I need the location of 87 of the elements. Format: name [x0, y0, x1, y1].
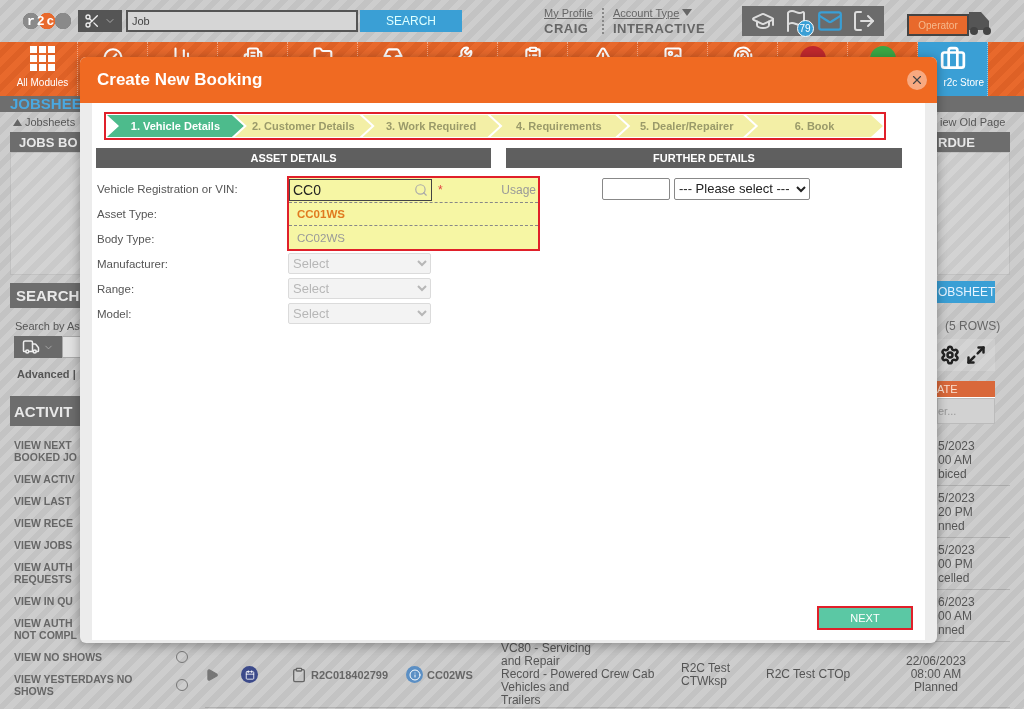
row-count: (5 ROWS)	[944, 319, 1002, 333]
suggestion-item[interactable]: CC02WS	[289, 226, 538, 249]
operator-label: Operator	[907, 14, 969, 36]
calendar-icon	[241, 666, 258, 683]
dialog-title: Create New Booking	[97, 70, 264, 90]
logo: r2c	[22, 12, 72, 30]
close-icon	[910, 73, 924, 87]
activity-link[interactable]: VIEW YESTERDAYS NO SHOWS	[14, 673, 133, 697]
new-jobsheet-button[interactable]: OBSHEET	[937, 281, 995, 303]
field-label: Model:	[97, 307, 133, 320]
user-name: CRAIG	[544, 20, 590, 36]
step-tab[interactable]: 2. Customer Details	[234, 115, 372, 137]
usage-field[interactable]	[602, 177, 670, 200]
step-tab[interactable]: 4. Requirements	[490, 115, 628, 137]
clipboard-icon	[291, 666, 307, 683]
logout-icon[interactable]	[851, 9, 876, 33]
table-cell-text: Crew Cab	[601, 668, 656, 681]
step-tab[interactable]: 5. Dealer/Repairer	[618, 115, 756, 137]
up-caret-icon	[13, 118, 22, 126]
registration-lookup[interactable]: CC0 * Usage CC01WS CC02WS	[287, 176, 540, 251]
field-label: Manufacturer:	[97, 257, 169, 270]
column-header: ATE	[937, 381, 995, 398]
table-cell-text: 6/2023 00 AM nned	[937, 594, 976, 637]
grid-icon	[29, 46, 56, 72]
field-label: Vehicle Registration or VIN:	[97, 182, 239, 195]
table-cell-text: 5/2023 00 AM biced	[937, 438, 976, 481]
field-label: Range:	[97, 282, 136, 295]
search-field[interactable]: Job	[126, 10, 358, 32]
gauge-icon	[102, 46, 123, 57]
page-title: JOBSHEE	[10, 96, 82, 112]
expand-icon[interactable]	[966, 345, 986, 365]
field-label: Asset Type:	[97, 207, 158, 220]
activity-link[interactable]: VIEW NO SHOWS	[14, 651, 103, 663]
account-type-link[interactable]: Account Type	[612, 6, 706, 19]
image-icon	[662, 46, 683, 57]
activity-link[interactable]: VIEW RECE	[14, 517, 73, 529]
section-header: FURTHER DETAILS	[506, 148, 902, 168]
search-icon	[414, 183, 428, 197]
folder-icon	[312, 46, 333, 57]
inbox-icon	[382, 46, 403, 57]
table-cell-text: 22/06/2023 08:00 AM Planned	[904, 655, 968, 694]
tools-button[interactable]	[78, 10, 122, 32]
old-page-link[interactable]: iew Old Page	[940, 116, 1006, 128]
info-icon	[406, 666, 423, 683]
table-cell-text: R2C Test CTOp	[766, 668, 852, 681]
usage-unit-select[interactable]: --- Please select ---	[674, 177, 810, 200]
close-button[interactable]	[907, 70, 927, 90]
table-cell-text: 5/2023 20 PM nned	[937, 490, 976, 533]
table-cell-text: VC80 - Servicing and Repair Record - Powered Vehicles and Trailers	[501, 642, 599, 707]
activity-link[interactable]: VIEW NEXT BOOKED JO	[14, 439, 77, 463]
account-type: INTERACTIVE	[612, 20, 706, 36]
next-button[interactable]: NEXT	[817, 606, 913, 630]
fingerprint-icon	[732, 46, 753, 57]
activity-link[interactable]: VIEW JOBS	[14, 539, 73, 551]
play-icon[interactable]	[205, 667, 219, 682]
table-cell-text: 5/2023 00 PM celled	[937, 542, 976, 585]
clipboard-icon	[522, 46, 543, 57]
panel-header: RDUE	[937, 132, 1010, 152]
activity-link[interactable]: VIEW AUTH NOT COMPL	[14, 617, 77, 641]
settings-icon[interactable]	[940, 345, 960, 365]
activity-link[interactable]: VIEW ACTIV	[14, 473, 75, 485]
step-tab[interactable]: 1. Vehicle Details	[107, 115, 244, 137]
activity-link[interactable]: VIEW AUTH REQUESTS	[14, 561, 73, 585]
scissors-icon	[84, 13, 100, 29]
step-tab[interactable]: 6. Book	[746, 115, 883, 137]
activity-link[interactable]: VIEW IN QU	[14, 595, 73, 607]
job-number: R2C018402799	[311, 668, 389, 681]
required-mark: *	[438, 183, 444, 197]
asset-type-button[interactable]	[14, 336, 62, 358]
usage-label: Usage	[501, 183, 537, 197]
notification-badge: 79	[796, 20, 814, 37]
caret-icon	[682, 9, 693, 16]
search-hint: Search by As	[14, 320, 81, 332]
section-header: ASSET DETAILS	[96, 148, 491, 168]
field-label: Body Type:	[97, 232, 156, 245]
breadcrumb-link[interactable]: Jobsheets	[25, 116, 76, 128]
registration: CC02WS	[427, 668, 473, 681]
briefcase-icon	[939, 46, 966, 72]
search-button[interactable]: SEARCH	[360, 10, 462, 32]
activity-link[interactable]: VIEW LAST	[14, 495, 72, 507]
table-cell-text: R2C Test CTWksp	[681, 661, 732, 688]
building-icon	[242, 46, 263, 57]
vin-value: CC0	[293, 182, 321, 198]
truck-icon	[22, 338, 40, 356]
profile-link[interactable]: My Profile	[544, 6, 593, 19]
suggestion-item[interactable]: CC01WS	[289, 202, 538, 226]
step-tab[interactable]: 3. Work Required	[362, 115, 500, 137]
